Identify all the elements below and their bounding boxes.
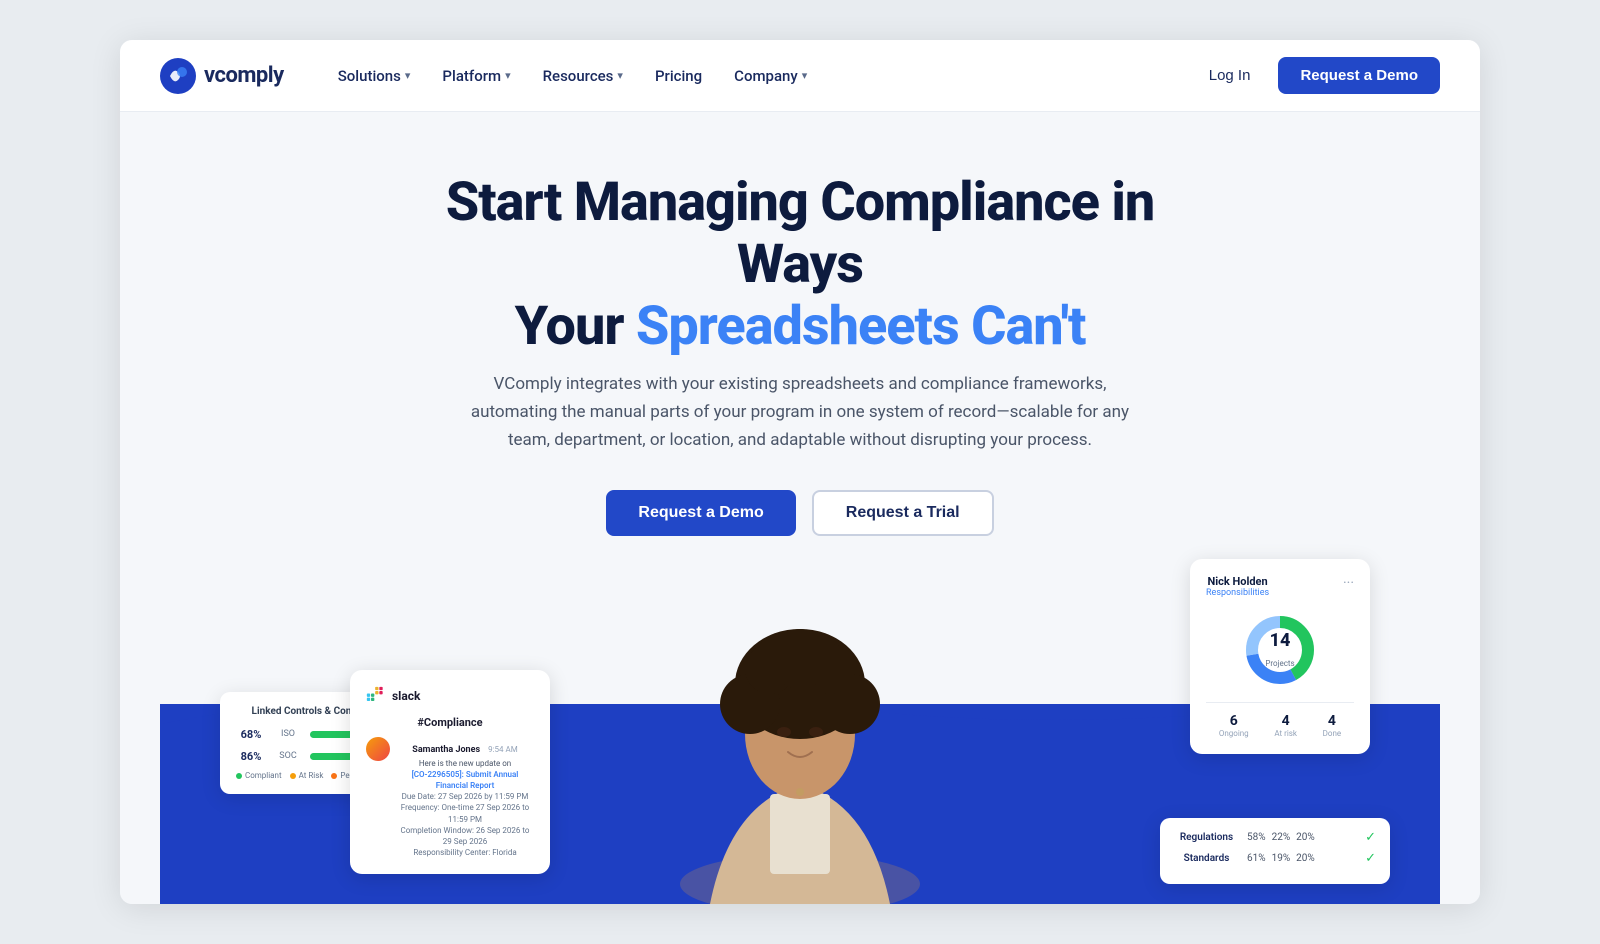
regs-name-2: Standards xyxy=(1174,853,1239,864)
chevron-down-icon: ▾ xyxy=(405,69,411,82)
nick-stat-done: 4 Done xyxy=(1323,713,1341,738)
ongoing-count: 6 xyxy=(1219,713,1249,729)
nick-name: Nick Holden xyxy=(1206,575,1269,588)
slack-header: slack xyxy=(366,686,534,706)
projects-count: 14 xyxy=(1265,630,1294,651)
page-wrapper: vcomply Solutions ▾ Platform ▾ Resources… xyxy=(120,40,1480,904)
person-svg xyxy=(610,604,990,904)
nav-company[interactable]: Company ▾ xyxy=(720,59,821,93)
atrisk-dot xyxy=(290,773,296,779)
regs-name-1: Regulations xyxy=(1174,832,1239,843)
ongoing-label: Ongoing xyxy=(1219,729,1249,738)
nav-solutions[interactable]: Solutions ▾ xyxy=(324,59,425,93)
logo-text: vcomply xyxy=(204,63,284,88)
regs-p3-2: 20% xyxy=(1296,853,1315,864)
regs-row-2: Standards 61% 19% 20% ✓ xyxy=(1174,851,1376,866)
projects-label: Projects xyxy=(1265,659,1294,668)
regs-p3-1: 20% xyxy=(1296,832,1315,843)
request-demo-nav-button[interactable]: Request a Demo xyxy=(1278,57,1440,94)
hero-subtext: VComply integrates with your existing sp… xyxy=(450,370,1150,454)
hero-heading: Start Managing Compliance in Ways Your S… xyxy=(390,172,1210,358)
nav-links: Solutions ▾ Platform ▾ Resources ▾ Prici… xyxy=(324,59,1197,93)
hero-person-image xyxy=(610,604,990,904)
iso-pct: 68% xyxy=(236,728,266,741)
nav-actions: Log In Request a Demo xyxy=(1197,57,1440,94)
login-button[interactable]: Log In xyxy=(1197,59,1263,92)
slack-channel: #Compliance xyxy=(366,716,534,729)
nick-header: Nick Holden Responsibilities ··· xyxy=(1206,575,1354,608)
nick-subtitle: Responsibilities xyxy=(1206,588,1269,598)
nav-resources[interactable]: Resources ▾ xyxy=(529,59,637,93)
more-options-icon[interactable]: ··· xyxy=(1343,575,1354,591)
hero-bottom: Linked Controls & Compliance Status 68% … xyxy=(160,584,1440,904)
slack-time: 9:54 AM xyxy=(488,745,518,754)
slack-app-name: slack xyxy=(392,689,420,703)
donut-center: 14 Projects xyxy=(1265,630,1294,670)
chevron-down-icon: ▾ xyxy=(802,69,808,82)
check-icon-1: ✓ xyxy=(1365,830,1376,845)
slack-text: Here is the new update on [CO-2296505]: … xyxy=(396,758,534,859)
chevron-down-icon: ▾ xyxy=(617,69,623,82)
done-label: Done xyxy=(1323,729,1341,738)
logo-icon xyxy=(160,58,196,94)
slack-message: Samantha Jones 9:54 AM Here is the new u… xyxy=(366,737,534,859)
nav-platform[interactable]: Platform ▾ xyxy=(428,59,524,93)
nick-stat-atrisk: 4 At risk xyxy=(1274,713,1297,738)
slack-icon xyxy=(366,686,386,706)
slack-sender: Samantha Jones xyxy=(412,745,480,755)
compliant-dot xyxy=(236,773,242,779)
request-trial-button[interactable]: Request a Trial xyxy=(812,490,994,536)
logo[interactable]: vcomply xyxy=(160,58,284,94)
nick-holden-card: Nick Holden Responsibilities ··· xyxy=(1190,559,1370,754)
regs-pcts-2: 61% 19% 20% xyxy=(1247,853,1357,864)
regs-pcts-1: 58% 22% 20% xyxy=(1247,832,1357,843)
nick-stats: 6 Ongoing 4 At risk 4 Done xyxy=(1206,702,1354,738)
iso-label: ISO xyxy=(274,729,302,739)
regulations-card: Regulations 58% 22% 20% ✓ Standards 61% … xyxy=(1160,818,1390,884)
slack-avatar xyxy=(366,737,390,761)
regs-p2-1: 22% xyxy=(1272,832,1291,843)
legend-compliant: Compliant xyxy=(236,771,282,780)
slack-card: slack #Compliance Samantha Jones 9:54 AM… xyxy=(350,670,550,875)
hero-section: Start Managing Compliance in Ways Your S… xyxy=(120,112,1480,904)
navbar: vcomply Solutions ▾ Platform ▾ Resources… xyxy=(120,40,1480,112)
slack-task-link: [CO-2296505]: Submit Annual Financial Re… xyxy=(412,770,519,790)
done-count: 4 xyxy=(1323,713,1341,729)
nick-stat-ongoing: 6 Ongoing xyxy=(1219,713,1249,738)
chevron-down-icon: ▾ xyxy=(505,69,511,82)
regs-p1-1: 58% xyxy=(1247,832,1266,843)
soc-pct: 86% xyxy=(236,750,266,763)
regs-p2-2: 19% xyxy=(1272,853,1291,864)
nav-pricing[interactable]: Pricing xyxy=(641,59,716,93)
atrisk-count: 4 xyxy=(1274,713,1297,729)
check-icon-2: ✓ xyxy=(1365,851,1376,866)
soc-label: SOC xyxy=(274,751,302,761)
slack-msg-content: Samantha Jones 9:54 AM Here is the new u… xyxy=(396,737,534,859)
donut-chart: 14 Projects xyxy=(1240,610,1320,690)
atrisk-label: At risk xyxy=(1274,729,1297,738)
request-demo-hero-button[interactable]: Request a Demo xyxy=(606,490,795,536)
legend-atrisk: At Risk xyxy=(290,771,324,780)
pending-dot xyxy=(331,773,337,779)
regs-row-1: Regulations 58% 22% 20% ✓ xyxy=(1174,830,1376,845)
regs-p1-2: 61% xyxy=(1247,853,1266,864)
hero-cta-group: Request a Demo Request a Trial xyxy=(160,490,1440,536)
